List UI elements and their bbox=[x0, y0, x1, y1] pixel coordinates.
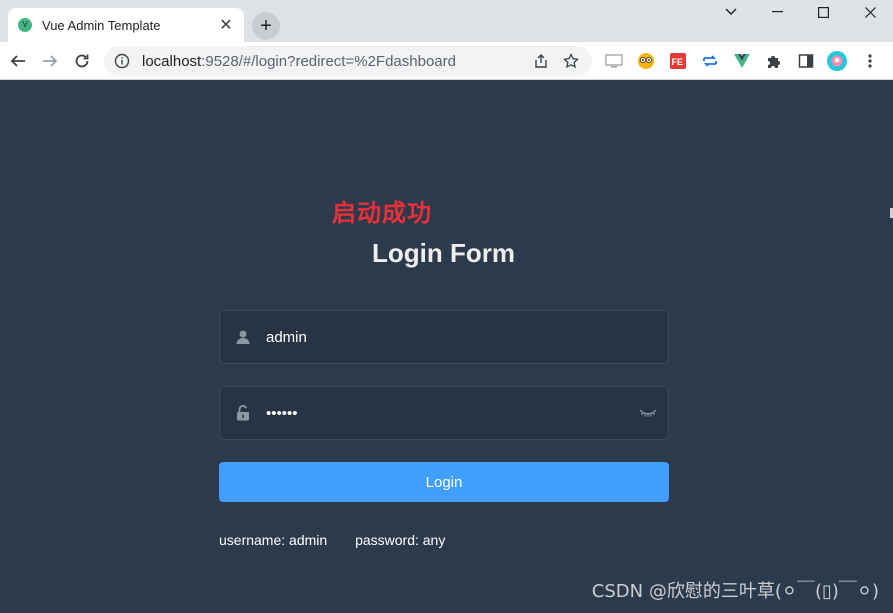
url-host: localhost bbox=[142, 52, 202, 70]
page-title: Login Form bbox=[372, 238, 515, 268]
minimize-icon[interactable] bbox=[754, 0, 800, 24]
owl-icon[interactable] bbox=[636, 51, 656, 71]
watermark: CSDN @欣慰的三叶草(⚪￣(▯)￣⚪) bbox=[591, 581, 879, 602]
maximize-icon[interactable] bbox=[800, 0, 846, 24]
login-page: 启动成功 Login Form Login username: admin pa… bbox=[0, 81, 893, 613]
url-text[interactable]: localhost:9528/#/login?redirect=%2Fdashb… bbox=[142, 53, 522, 70]
login-button[interactable]: Login bbox=[219, 462, 669, 502]
screen-cast-icon[interactable] bbox=[604, 51, 624, 71]
info-icon[interactable] bbox=[114, 53, 130, 69]
username-field[interactable] bbox=[219, 310, 669, 364]
favicon-letter: V bbox=[22, 20, 28, 29]
fe-icon[interactable]: FE bbox=[668, 51, 688, 71]
address-bar[interactable]: localhost:9528/#/login?redirect=%2Fdashb… bbox=[104, 46, 592, 76]
tab-title: Vue Admin Template bbox=[42, 17, 161, 33]
vue-favicon-icon: V bbox=[18, 18, 32, 32]
browser-tab[interactable]: V Vue Admin Template ✕ bbox=[8, 8, 244, 42]
sync-icon[interactable] bbox=[700, 51, 720, 71]
password-input[interactable] bbox=[266, 387, 628, 439]
user-icon bbox=[220, 311, 266, 363]
tab-close-icon[interactable]: ✕ bbox=[218, 15, 234, 35]
puzzle-icon[interactable] bbox=[764, 51, 784, 71]
username-input[interactable] bbox=[266, 311, 668, 363]
new-tab-button[interactable]: + bbox=[252, 12, 280, 40]
url-path: :9528/#/login?redirect=%2Fdashboard bbox=[201, 52, 456, 70]
side-panel-icon[interactable] bbox=[796, 51, 816, 71]
window-close-icon[interactable] bbox=[847, 0, 893, 24]
lock-icon bbox=[220, 387, 266, 439]
tip-password: password: any bbox=[355, 532, 446, 548]
tab-strip: V Vue Admin Template ✕ + bbox=[0, 0, 893, 42]
profile-avatar-icon[interactable] bbox=[827, 51, 847, 71]
password-field[interactable] bbox=[219, 386, 669, 440]
overlay-annotation: 启动成功 bbox=[332, 199, 432, 227]
reload-icon[interactable] bbox=[70, 49, 94, 73]
forward-arrow-icon[interactable] bbox=[38, 49, 62, 73]
share-icon[interactable] bbox=[530, 50, 552, 72]
eye-closed-icon[interactable] bbox=[628, 387, 668, 439]
login-tips: username: admin password: any bbox=[219, 532, 469, 548]
browser-toolbar: localhost:9528/#/login?redirect=%2Fdashb… bbox=[0, 42, 893, 80]
svg-text:FE: FE bbox=[672, 57, 684, 67]
vue-devtools-icon[interactable] bbox=[732, 51, 752, 71]
bookmark-star-icon[interactable] bbox=[560, 50, 582, 72]
tab-search-chevron-icon[interactable] bbox=[708, 0, 754, 24]
tip-username: username: admin bbox=[219, 532, 328, 548]
menu-kebab-icon[interactable] bbox=[860, 51, 880, 71]
back-arrow-icon[interactable] bbox=[6, 49, 30, 73]
